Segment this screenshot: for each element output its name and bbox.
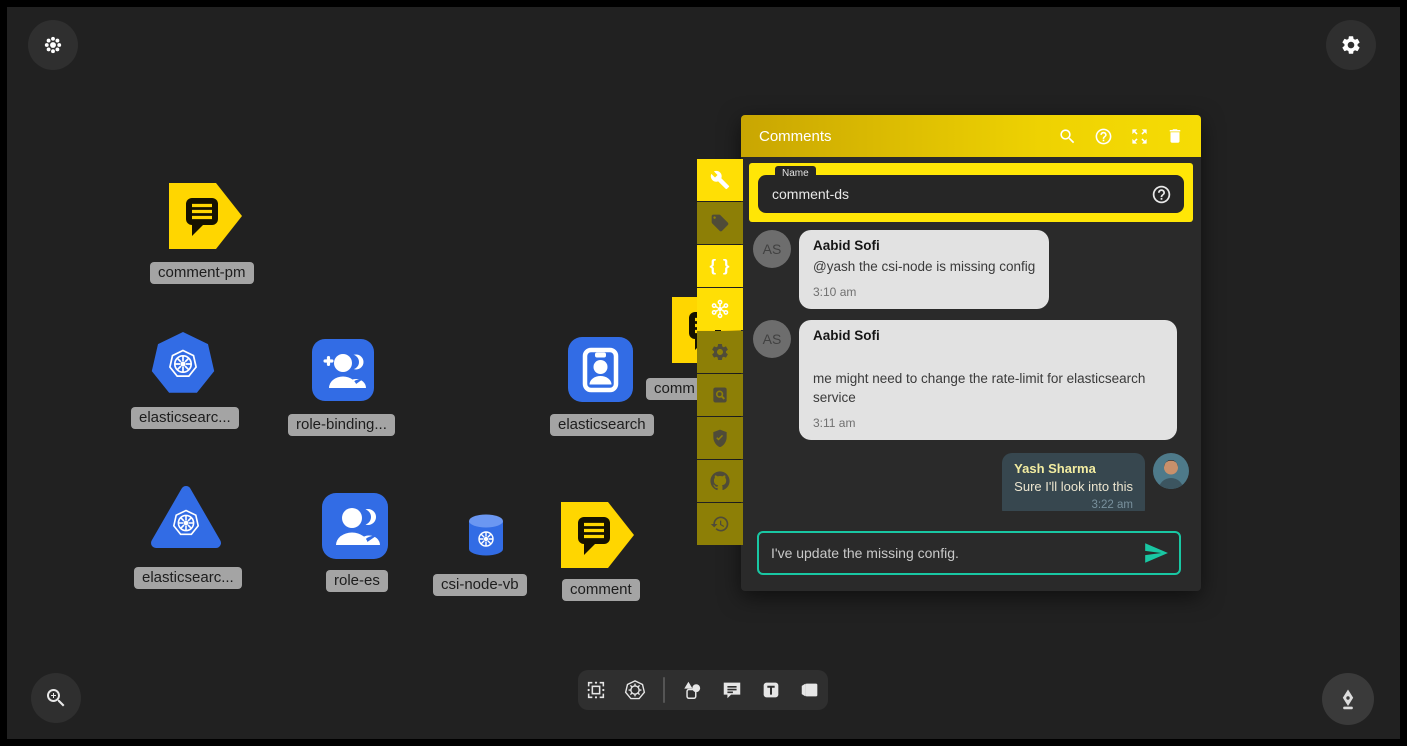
message-time: 3:22 am (1014, 499, 1133, 511)
node-comment-pm[interactable] (168, 182, 243, 250)
wrench-icon (710, 170, 730, 190)
doc-search-icon (710, 385, 730, 405)
app-logo-flower-icon (42, 34, 64, 56)
node-elasticsearch-heptagon[interactable] (151, 331, 215, 397)
toolbar-item-label[interactable] (697, 202, 743, 244)
node-role-binding[interactable] (312, 339, 374, 401)
node-label: role-binding... (288, 414, 395, 436)
expand-icon[interactable] (1130, 127, 1149, 146)
note-shape-icon[interactable] (799, 679, 821, 701)
comment-input[interactable] (759, 545, 1143, 561)
braces-icon: { } (710, 256, 731, 276)
help-icon[interactable] (1094, 127, 1113, 146)
toolbar-item-configure[interactable] (697, 159, 743, 201)
pen-nib-icon (1336, 687, 1360, 711)
settings-button[interactable] (1326, 20, 1376, 70)
node-elasticsearch-triangle[interactable] (150, 484, 222, 550)
name-help-icon[interactable] (1151, 184, 1172, 205)
node-label: elasticsearch (550, 414, 654, 436)
comment-composer (757, 531, 1181, 575)
delete-icon[interactable] (1166, 127, 1184, 145)
message-text: @yash the csi-node is missing config (813, 257, 1035, 277)
avatar: AS (753, 320, 791, 358)
node-label: role-es (326, 570, 388, 592)
toolbar-item-config-json[interactable]: { } (697, 245, 743, 287)
github-icon (710, 471, 730, 491)
node-label: elasticsearc... (131, 407, 239, 429)
message-author: Yash Sharma (1014, 461, 1133, 476)
zoom-button[interactable] (31, 673, 81, 723)
message-author: Aabid Sofi (813, 238, 1035, 253)
node-label: elasticsearc... (134, 567, 242, 589)
message-author: Aabid Sofi (813, 328, 1163, 343)
comments-panel: Comments Name (741, 115, 1201, 591)
zoom-in-icon (44, 686, 68, 710)
component-icon[interactable] (585, 679, 607, 701)
gear-icon (710, 342, 730, 362)
panel-title: Comments (759, 128, 1058, 145)
message-text: me might need to change the rate-limit f… (813, 369, 1163, 408)
node-label: comment (562, 579, 640, 601)
message-time: 3:11 am (813, 416, 1163, 430)
name-field-label: Name (775, 166, 816, 181)
app-logo-button[interactable] (28, 20, 78, 70)
avatar-photo (1153, 453, 1189, 489)
text-shape-icon[interactable] (760, 679, 782, 701)
avatar: AS (753, 230, 791, 268)
gear-icon (1340, 34, 1362, 56)
tag-icon (710, 213, 730, 233)
node-label: csi-node-vb (433, 574, 527, 596)
name-input[interactable] (758, 186, 1151, 202)
app-window: comment-pm elasticsearc... role-binding.… (0, 0, 1407, 746)
shape-toolbar (578, 670, 828, 710)
search-icon[interactable] (1058, 127, 1077, 146)
node-comment[interactable] (560, 501, 635, 569)
toolbar-item-settings[interactable] (697, 331, 743, 373)
toolbar-item-history[interactable] (697, 503, 743, 545)
toolbar-item-security[interactable] (697, 417, 743, 459)
node-csi-node-vb[interactable] (467, 513, 505, 559)
shield-icon (710, 428, 730, 448)
message: Yash Sharma Sure I'll look into this 3:2… (753, 453, 1189, 511)
shapes-icon[interactable] (682, 679, 704, 701)
toolbar-item-mesh[interactable] (697, 288, 743, 330)
node-role-es[interactable] (322, 493, 388, 559)
mesh-icon (709, 298, 731, 320)
name-field-wrapper: Name (749, 163, 1193, 222)
send-icon[interactable] (1143, 540, 1169, 566)
comments-panel-header[interactable]: Comments (741, 115, 1201, 157)
node-label: comment-pm (150, 262, 254, 284)
message: AS Aabid Sofi @yash the csi-node is miss… (753, 230, 1189, 309)
kubernetes-icon[interactable] (624, 679, 646, 701)
message-list[interactable]: AS Aabid Sofi @yash the csi-node is miss… (741, 222, 1201, 511)
pen-button[interactable] (1322, 673, 1374, 725)
message-time: 3:10 am (813, 285, 1035, 299)
toolbar-divider (663, 677, 665, 703)
history-icon (710, 514, 730, 534)
message: AS Aabid Sofi me might need to change th… (753, 320, 1189, 440)
node-elasticsearch-serviceaccount[interactable] (568, 337, 633, 402)
comment-shape-icon[interactable] (721, 679, 743, 701)
message-text: Sure I'll look into this (1014, 479, 1133, 494)
toolbar-item-doc-search[interactable] (697, 374, 743, 416)
toolbar-item-github[interactable] (697, 460, 743, 502)
node-action-toolbar: { } (697, 159, 743, 545)
